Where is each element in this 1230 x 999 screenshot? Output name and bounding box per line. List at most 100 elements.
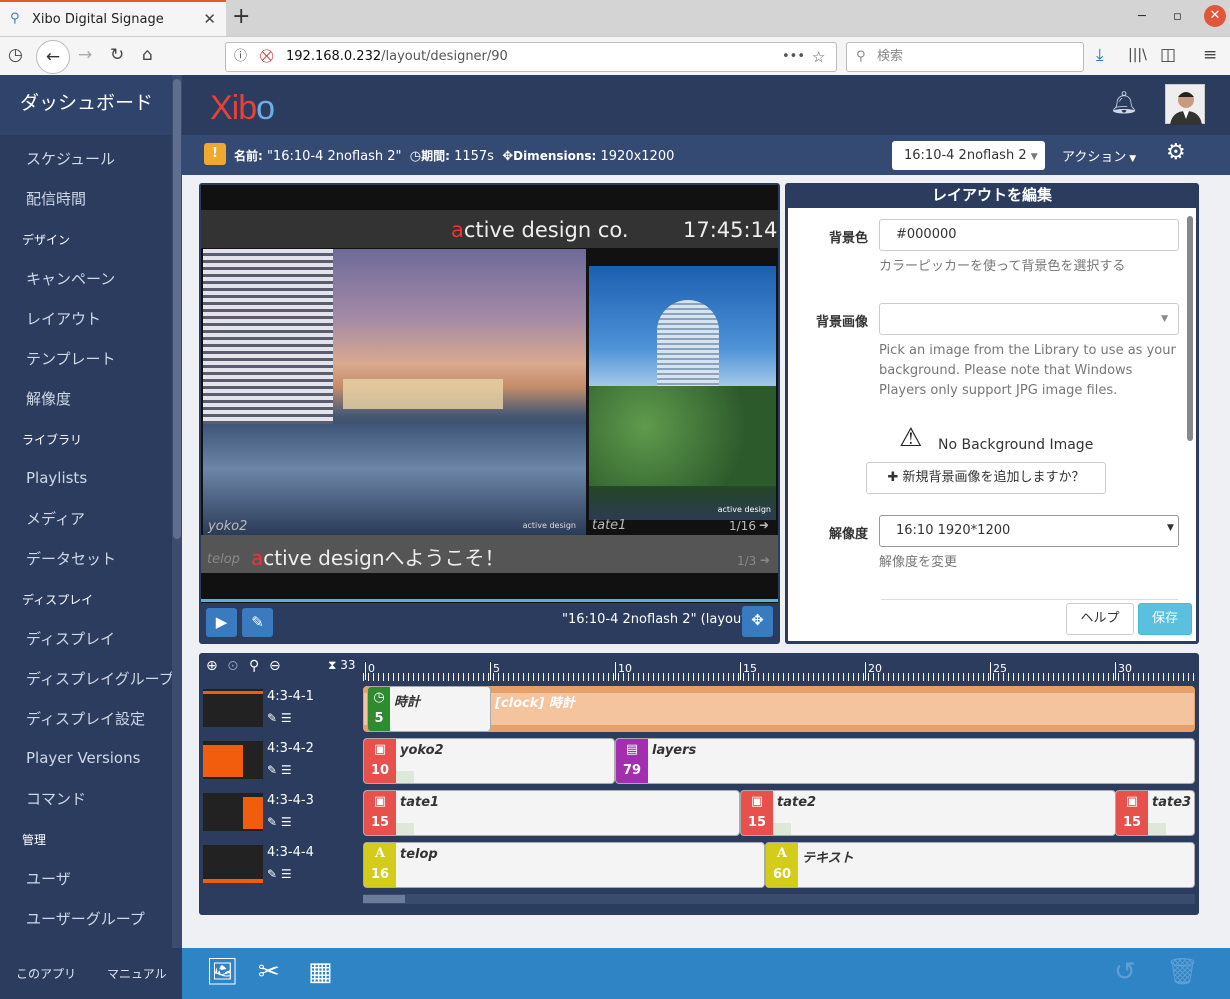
new-tab-icon[interactable]: + [232, 4, 250, 29]
play-preview-button[interactable]: ▶ [206, 608, 237, 637]
sidebar-dashboard[interactable]: ダッシュボード [0, 75, 182, 135]
xibo-favicon-icon: ⚲ [10, 11, 20, 26]
layout-select[interactable]: 16:10-4 2noflash 2 ▼ [892, 141, 1045, 170]
list-icon[interactable]: ☰ [281, 815, 292, 829]
sidebar-item-playlists[interactable]: Playlists [26, 469, 87, 487]
edit-icon[interactable]: ✎ [267, 815, 277, 829]
footer-manual-link[interactable]: マニュアル [107, 965, 167, 982]
library-icon[interactable]: |||\ [1128, 47, 1147, 63]
xibo-logo[interactable]: Xibo [210, 89, 275, 128]
region-row-2[interactable]: 4:3-4-2 ✎ ☰ [203, 739, 363, 787]
sidebar-item-display-settings[interactable]: ディスプレイ設定 [26, 708, 145, 729]
sidebar-item-display-group[interactable]: ディスプレイグループ [26, 668, 174, 689]
list-icon[interactable]: ☰ [281, 763, 292, 777]
sidebar-item-resolution[interactable]: 解像度 [26, 388, 71, 409]
zoom-reset-icon[interactable]: ⊙ [227, 658, 239, 674]
widget-telop[interactable]: A 16 telop [363, 842, 765, 888]
gear-icon[interactable]: ⚙ [1166, 140, 1186, 165]
sidebar-item-user-groups[interactable]: ユーザーグループ [26, 908, 145, 929]
sidebar-item-command[interactable]: コマンド [26, 788, 86, 809]
widget-layers[interactable]: ▤ 79 layers [615, 738, 1195, 784]
close-tab-icon[interactable]: ✕ [203, 10, 216, 28]
undo-icon[interactable]: ↺ [1114, 957, 1136, 987]
footer-app-link[interactable]: このアプリ [16, 965, 76, 982]
list-icon[interactable]: ☰ [281, 711, 292, 725]
sidebar-item-schedule[interactable]: スケジュール [26, 148, 115, 169]
url-host: 192.168.0.232 [286, 49, 382, 64]
edit-icon[interactable]: ✎ [267, 763, 277, 777]
region-row-1[interactable]: 4:3-4-1 ✎ ☰ [203, 687, 363, 735]
reload-icon[interactable]: ↻ [110, 45, 124, 65]
move-button[interactable]: ✥ [742, 606, 773, 637]
sidebar-item-campaign[interactable]: キャンペーン [26, 268, 115, 289]
panel-scrollbar[interactable] [1187, 216, 1193, 441]
bgcolor-input[interactable]: #000000 [879, 219, 1179, 251]
transition-icon [396, 771, 414, 783]
actions-dropdown[interactable]: アクション ▼ [1062, 146, 1136, 165]
user-avatar[interactable] [1165, 84, 1205, 125]
notification-bell-icon[interactable]: 🔔︎ [1110, 91, 1138, 116]
sidebar-item-dataset[interactable]: データセット [26, 548, 116, 569]
bgimage-select[interactable]: ▼ [879, 303, 1179, 335]
bookmark-star-icon[interactable]: ☆ [812, 43, 825, 71]
duration-label: 期間: [421, 149, 450, 163]
site-info-icon[interactable]: ⓘ [234, 43, 247, 71]
widget-text[interactable]: A 60 テキスト [765, 842, 1195, 888]
home-icon[interactable]: ⌂ [142, 45, 153, 65]
ruler-tick: 5 [490, 662, 500, 680]
sidebar-item-template[interactable]: テンプレート [26, 348, 116, 369]
region-tate1[interactable]: active design [589, 266, 776, 520]
sidebar-item-media[interactable]: メディア [26, 508, 85, 529]
list-icon[interactable]: ☰ [281, 867, 292, 881]
page-actions-icon[interactable]: ••• [782, 43, 805, 71]
sidebar-item-layout[interactable]: レイアウト [26, 308, 101, 329]
next-icon[interactable]: ➜ [759, 518, 769, 532]
url-bar[interactable]: ⓘ ⛒ 192.168.0.232/layout/designer/90 •••… [225, 42, 837, 72]
edit-icon[interactable]: ✎ [267, 711, 277, 725]
browser-tab[interactable]: ⚲ Xibo Digital Signage ✕ [0, 0, 226, 36]
region-row-4[interactable]: 4:3-4-4 ✎ ☰ [203, 843, 363, 891]
sidebar-item-display[interactable]: ディスプレイ [26, 628, 115, 649]
zoom-out-icon[interactable]: ⊖ [269, 658, 281, 674]
save-button[interactable]: 保存 [1138, 603, 1192, 635]
tools-icon[interactable]: ✂ [258, 957, 280, 987]
sidebar-toggle-icon[interactable]: ◫ [1160, 45, 1176, 65]
search-bar[interactable]: ⚲ 検索 [846, 42, 1084, 72]
resolution-select[interactable]: 16:10 1920*1200 [879, 515, 1179, 547]
help-button[interactable]: ヘルプ [1066, 603, 1134, 635]
layout-canvas[interactable]: active design co. 17:45:14 yoko2 active … [201, 185, 778, 603]
widget-yoko2[interactable]: ▣ 10 yoko2 [363, 738, 615, 784]
widget-clock[interactable]: ◷ 5 時計 [367, 686, 491, 732]
download-icon[interactable]: ⤓ [1096, 45, 1104, 65]
timeline-scrollbar[interactable] [363, 894, 1195, 904]
add-background-button[interactable]: ✚ 新規背景画像を追加しますか？ [866, 462, 1106, 494]
sidebar-scrollbar[interactable] [172, 75, 182, 948]
maximize-icon[interactable]: ▫ [1173, 9, 1182, 24]
menu-icon[interactable]: ≡ [1203, 45, 1217, 65]
edit-layout-button[interactable]: ✎ [242, 608, 273, 637]
edit-icon[interactable]: ✎ [267, 867, 277, 881]
widgets-grid-icon[interactable]: ▦ [308, 957, 333, 987]
resolution-label: 解像度 [829, 527, 869, 542]
warning-icon[interactable]: ! [204, 143, 226, 165]
trash-icon[interactable]: 🗑︎ [1166, 957, 1199, 987]
region-row-3[interactable]: 4:3-4-3 ✎ ☰ [203, 791, 363, 839]
name-label: 名前: [234, 149, 263, 163]
widget-tate2[interactable]: ▣ 15 tate2 [740, 790, 1116, 836]
back-button[interactable]: ← [36, 40, 70, 74]
watermark: active design [522, 521, 576, 530]
sidebar-item-users[interactable]: ユーザ [26, 868, 71, 889]
history-icon[interactable]: ◷ [8, 45, 23, 65]
window-close-icon[interactable]: ✕ [1204, 5, 1226, 27]
region-yoko2[interactable]: yoko2 active design [203, 249, 586, 536]
widget-tate3[interactable]: ▣ 15 tate3 [1115, 790, 1195, 836]
library-images-icon[interactable]: 🖼︎ [206, 957, 239, 987]
zoom-in-icon[interactable]: ⊕ [206, 658, 218, 674]
sidebar-item-dayparting[interactable]: 配信時間 [26, 188, 86, 209]
sidebar-item-player-versions[interactable]: Player Versions [26, 749, 140, 767]
minimize-icon[interactable]: ─ [1138, 9, 1146, 24]
widget-tate1[interactable]: ▣ 15 tate1 [363, 790, 740, 836]
next-icon[interactable]: ➜ [760, 553, 770, 567]
zoom-fit-icon[interactable]: ⚲ [249, 658, 259, 674]
forward-icon[interactable]: → [78, 45, 92, 65]
